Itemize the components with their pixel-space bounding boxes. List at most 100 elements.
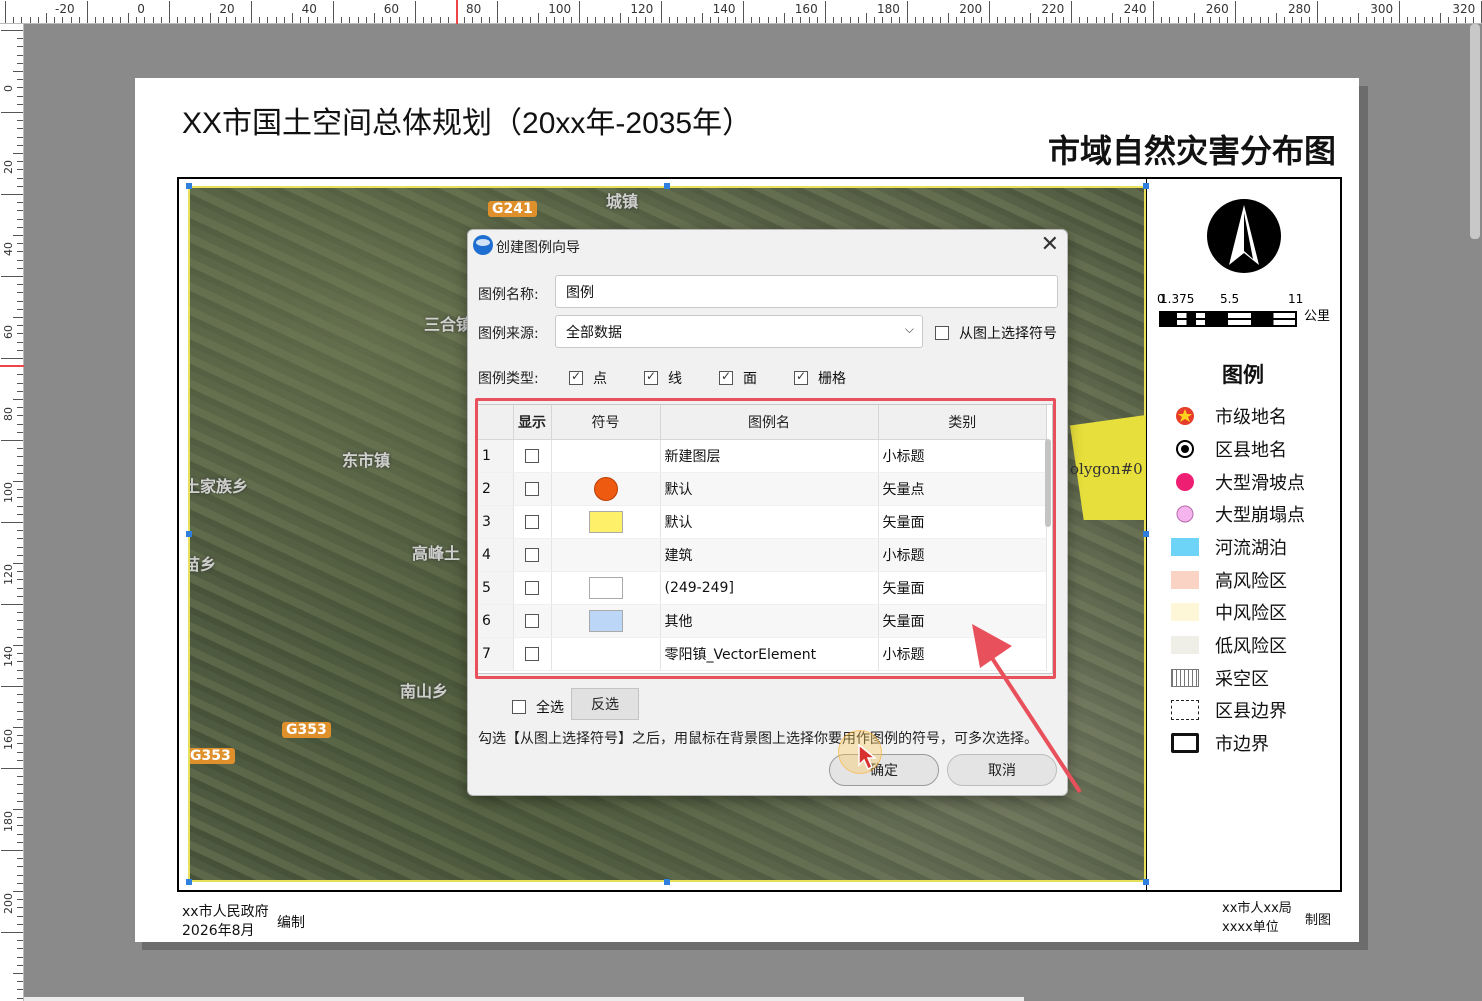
- ruler-tick: [1, 30, 23, 31]
- ruler-tick: [17, 374, 23, 376]
- mouse-cursor-icon: [858, 743, 878, 771]
- vertical-scrollbar[interactable]: [1470, 24, 1480, 239]
- ruler-tick: [17, 87, 23, 89]
- checkbox-box[interactable]: [569, 369, 583, 385]
- ruler-label: 100: [2, 482, 15, 503]
- ruler-tick: [17, 423, 23, 425]
- ruler-tick: [357, 17, 359, 23]
- scale-label: 11: [1288, 292, 1304, 306]
- ruler-tick: [17, 251, 23, 253]
- close-icon[interactable]: ✕: [1041, 234, 1059, 256]
- ruler-tick: [702, 13, 703, 23]
- resize-handle[interactable]: [664, 183, 670, 189]
- ruler-tick: [1, 522, 23, 523]
- dashed-border-icon: [1170, 699, 1200, 721]
- checkbox-box[interactable]: [719, 369, 733, 385]
- annotation-arrow-icon: [972, 624, 1082, 794]
- ruler-tick: [562, 17, 564, 23]
- ruler-tick: [17, 300, 23, 302]
- ruler-tick: [46, 13, 47, 23]
- ruler-tick: [17, 325, 23, 327]
- ruler-tick: [833, 17, 835, 23]
- legend-item[interactable]: 区县边界: [1170, 695, 1340, 725]
- ruler-tick: [341, 17, 343, 23]
- ruler-tick: [17, 882, 23, 884]
- ruler-tick: [17, 38, 23, 40]
- resize-handle[interactable]: [186, 531, 192, 537]
- legend-item[interactable]: 低风险区: [1170, 630, 1340, 660]
- ruler-tick: [17, 431, 23, 433]
- legend-item[interactable]: 大型崩塌点: [1170, 499, 1340, 529]
- ruler-tick: [825, 1, 826, 23]
- legend-item[interactable]: 高风险区: [1170, 565, 1340, 595]
- ruler-tick: [808, 17, 810, 23]
- horizontal-scrollbar[interactable]: [24, 997, 1024, 1001]
- legend-source-select[interactable]: 全部数据 ⌵: [555, 315, 923, 348]
- ruler-tick: [17, 874, 23, 876]
- invert-selection-button[interactable]: 反选: [571, 688, 639, 720]
- ruler-label: 220: [1041, 2, 1065, 16]
- ruler-tick: [1374, 17, 1376, 23]
- ruler-tick: [1390, 17, 1392, 23]
- resize-handle[interactable]: [186, 183, 192, 189]
- ruler-cursor-marker-horizontal: [456, 0, 458, 24]
- ruler-tick: [505, 17, 507, 23]
- legend-item[interactable]: 大型滑坡点: [1170, 467, 1340, 497]
- ruler-tick: [849, 17, 851, 23]
- ruler-tick: [1292, 17, 1294, 23]
- legend-item[interactable]: 市级地名: [1170, 401, 1340, 431]
- ruler-tick: [1177, 17, 1179, 23]
- legend-name-input[interactable]: 图例: [555, 275, 1058, 308]
- ruler-tick: [406, 17, 408, 23]
- ruler-tick: [251, 1, 252, 23]
- checkbox-box[interactable]: [644, 369, 658, 385]
- type-raster-checkbox[interactable]: 栅格: [794, 368, 846, 388]
- legend-source-value: 全部数据: [566, 324, 622, 341]
- checkbox-box[interactable]: [512, 700, 526, 714]
- legend-item[interactable]: 中风险区: [1170, 597, 1340, 627]
- ruler-tick: [17, 284, 23, 286]
- type-point-checkbox[interactable]: 点: [569, 368, 607, 388]
- ruler-tick: [1267, 17, 1269, 23]
- legend-item[interactable]: 市边界: [1170, 728, 1340, 758]
- ruler-tick: [1399, 1, 1400, 23]
- ruler-tick: [1382, 17, 1384, 23]
- ruler-tick: [784, 13, 785, 23]
- type-line-checkbox[interactable]: 线: [644, 368, 682, 388]
- ruler-tick: [17, 899, 23, 901]
- legend-item[interactable]: 区县地名: [1170, 434, 1340, 464]
- ruler-label: 80: [2, 406, 15, 421]
- checkbox-box[interactable]: [935, 326, 949, 340]
- ruler-label: 140: [712, 2, 736, 16]
- legend-item[interactable]: 采空区: [1170, 663, 1340, 693]
- ruler-tick: [308, 17, 310, 23]
- resize-handle[interactable]: [1143, 531, 1149, 537]
- north-arrow-icon[interactable]: [1207, 199, 1281, 273]
- ruler-tick: [17, 694, 23, 696]
- legend-item-label: 大型滑坡点: [1215, 473, 1305, 494]
- resize-handle[interactable]: [1143, 183, 1149, 189]
- horizontal-ruler: -20 0 20 40 60 80 100 120 140 160 180 200 220 240 260 2…: [0, 0, 1482, 24]
- resize-handle[interactable]: [186, 879, 192, 885]
- ruler-tick: [17, 718, 23, 720]
- resize-handle[interactable]: [1143, 879, 1149, 885]
- ruler-tick: [1120, 17, 1122, 23]
- ruler-tick: [1300, 17, 1302, 23]
- type-polygon-checkbox[interactable]: 面: [719, 368, 757, 388]
- ruler-label: -20: [55, 2, 75, 16]
- ruler-tick: [554, 17, 556, 23]
- pick-from-map-checkbox[interactable]: 从图上选择符号: [935, 323, 1057, 343]
- map-main-title[interactable]: XX市国土空间总体规划（20xx年-2035年）: [182, 98, 752, 142]
- ruler-tick: [95, 17, 97, 23]
- select-all-checkbox[interactable]: 全选: [512, 697, 564, 717]
- road-label: G353: [282, 722, 331, 738]
- legend-item[interactable]: 河流湖泊: [1170, 532, 1340, 562]
- map-subtitle[interactable]: 市域自然灾害分布图: [1048, 126, 1336, 172]
- ruler-tick: [652, 17, 654, 23]
- dialog-titlebar[interactable]: 创建图例向导 ✕: [468, 230, 1067, 262]
- ruler-tick: [17, 218, 23, 220]
- checkbox-box[interactable]: [794, 369, 808, 385]
- scale-bar[interactable]: [1159, 311, 1297, 327]
- ruler-tick: [611, 17, 613, 23]
- resize-handle[interactable]: [664, 879, 670, 885]
